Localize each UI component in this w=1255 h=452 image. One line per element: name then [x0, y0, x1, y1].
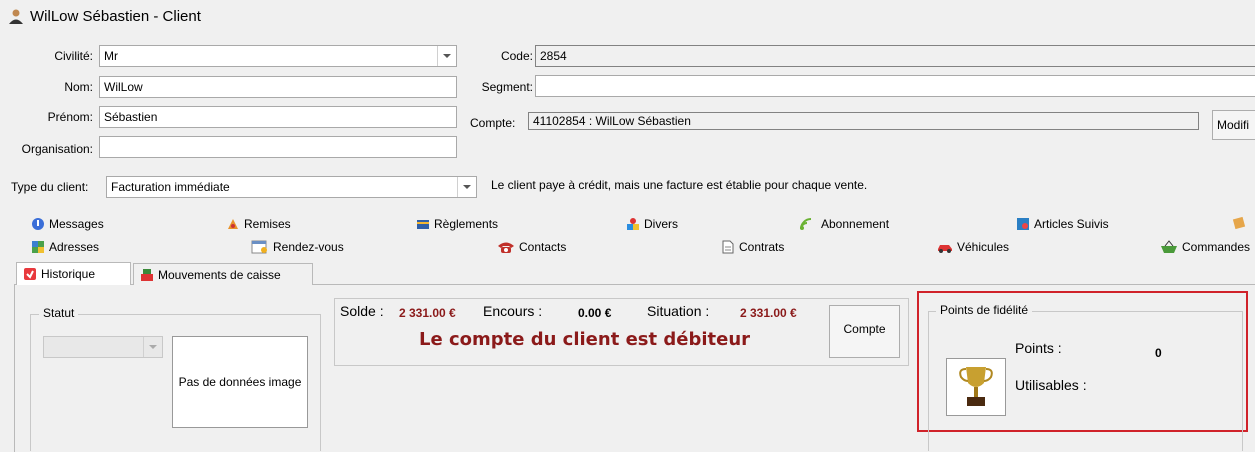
- organisation-field[interactable]: [99, 136, 457, 158]
- statut-select[interactable]: [43, 336, 163, 358]
- points-value: 0: [1155, 346, 1162, 360]
- nav-remises[interactable]: Remises: [226, 217, 291, 231]
- image-placeholder: Pas de données image: [172, 336, 308, 428]
- situation-label: Situation :: [647, 303, 710, 319]
- code-label: Code:: [500, 49, 533, 63]
- nav-reglements-label: Règlements: [434, 217, 499, 231]
- nav-vehicules[interactable]: Véhicules: [937, 240, 1009, 254]
- nom-field[interactable]: WilLow: [99, 76, 457, 98]
- situation-value: 2 331.00 €: [740, 306, 797, 320]
- map-icon: [31, 240, 45, 254]
- segment-label: Segment:: [481, 80, 533, 94]
- encours-label: Encours :: [483, 303, 543, 319]
- nav-contrats[interactable]: Contrats: [721, 240, 784, 254]
- compte-value: 41102854 : WilLow Sébastien: [533, 114, 691, 128]
- nav-commandes[interactable]: Commandes: [1160, 240, 1250, 254]
- basket-icon: [1160, 240, 1178, 254]
- solde-label: Solde :: [340, 303, 384, 319]
- tab-mouvements-label: Mouvements de caisse: [158, 267, 281, 282]
- statut-title: Statut: [39, 306, 79, 320]
- tab-historique[interactable]: Historique: [16, 262, 131, 285]
- compte-button-label: Compte: [843, 322, 886, 336]
- nav-divers[interactable]: Divers: [626, 217, 678, 231]
- person-icon: [8, 8, 24, 24]
- type-select[interactable]: Facturation immédiate: [106, 176, 477, 198]
- type-description: Le client paye à crédit, mais une factur…: [491, 178, 868, 192]
- organisation-label: Organisation:: [21, 142, 93, 156]
- nom-value: WilLow: [104, 80, 143, 94]
- nav-articles-suivis-label: Articles Suivis: [1034, 217, 1109, 231]
- nav-divers-label: Divers: [644, 217, 679, 231]
- solde-value: 2 331.00 €: [399, 306, 456, 320]
- history-icon: [23, 267, 37, 281]
- phone-icon: [497, 240, 515, 254]
- nav-remises-label: Remises: [244, 217, 291, 231]
- fidelite-title: Points de fidélité: [936, 303, 1033, 317]
- nav-abonnement-label: Abonnement: [821, 217, 890, 231]
- nom-label: Nom:: [64, 80, 93, 94]
- misc-shapes-icon: [626, 217, 640, 231]
- compte-field[interactable]: 41102854 : WilLow Sébastien: [528, 112, 1199, 130]
- debit-message: Le compte du client est débiteur: [419, 329, 751, 350]
- prenom-value: Sébastien: [104, 110, 158, 124]
- compte-label: Compte:: [470, 116, 516, 130]
- chevron-down-icon[interactable]: [143, 337, 162, 357]
- cash-register-icon: [140, 268, 154, 282]
- discount-icon: [226, 217, 240, 231]
- nav-articles-suivis[interactable]: Articles Suivis: [1016, 217, 1109, 231]
- calendar-icon: [251, 240, 269, 254]
- nav-messages[interactable]: Messages: [31, 217, 104, 231]
- nav-contrats-label: Contrats: [739, 240, 785, 254]
- payment-card-icon: [416, 217, 430, 231]
- nav-vehicules-label: Véhicules: [957, 240, 1010, 254]
- utilisables-label: Utilisables :: [1015, 377, 1087, 393]
- points-label: Points :: [1015, 340, 1062, 356]
- rss-icon: [799, 217, 817, 231]
- modifier-button[interactable]: Modifi: [1212, 110, 1255, 140]
- tab-mouvements[interactable]: Mouvements de caisse: [133, 263, 313, 285]
- nav-adresses[interactable]: Adresses: [31, 240, 99, 254]
- car-icon: [937, 240, 953, 254]
- trophy-icon: [946, 358, 1006, 416]
- tab-historique-label: Historique: [41, 267, 96, 281]
- window-title: WilLow Sébastien - Client: [30, 7, 201, 25]
- image-placeholder-text: Pas de données image: [178, 375, 302, 389]
- nav-abonnement[interactable]: Abonnement: [799, 217, 889, 231]
- nav-contacts-label: Contacts: [519, 240, 567, 254]
- nav-messages-label: Messages: [49, 217, 104, 231]
- note-icon[interactable]: [1232, 216, 1246, 233]
- nav-reglements[interactable]: Règlements: [416, 217, 498, 231]
- civilite-value: Mr: [104, 49, 118, 63]
- nav-rendez-vous[interactable]: Rendez-vous: [251, 240, 344, 254]
- segment-field[interactable]: [535, 75, 1255, 97]
- nav-rendez-vous-label: Rendez-vous: [273, 240, 344, 254]
- code-value: 2854: [540, 49, 567, 63]
- encours-value: 0.00 €: [578, 306, 612, 320]
- compte-button[interactable]: Compte: [829, 305, 900, 358]
- nav-contacts[interactable]: Contacts: [497, 240, 566, 254]
- chevron-down-icon[interactable]: [457, 177, 476, 197]
- prenom-field[interactable]: Sébastien: [99, 106, 457, 128]
- nav-adresses-label: Adresses: [49, 240, 100, 254]
- tracked-items-icon: [1016, 217, 1030, 231]
- type-label: Type du client:: [11, 180, 89, 194]
- type-value: Facturation immédiate: [111, 180, 230, 194]
- window-title-bar: WilLow Sébastien - Client: [8, 6, 201, 26]
- document-icon: [721, 240, 735, 254]
- civilite-label: Civilité:: [54, 49, 93, 63]
- message-icon: [31, 217, 45, 231]
- nav-commandes-label: Commandes: [1182, 240, 1251, 254]
- prenom-label: Prénom:: [47, 110, 93, 124]
- code-field[interactable]: 2854: [535, 45, 1255, 67]
- chevron-down-icon[interactable]: [437, 46, 456, 66]
- modifier-label: Modifi: [1217, 118, 1250, 132]
- civilite-select[interactable]: Mr: [99, 45, 457, 67]
